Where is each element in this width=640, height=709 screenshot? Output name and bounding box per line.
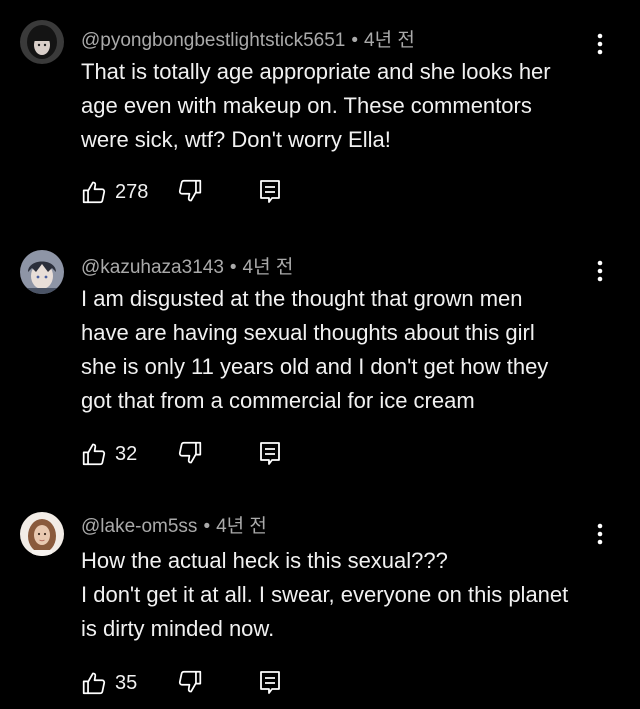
like-button[interactable]: 32 — [81, 440, 137, 468]
anime-character-avatar-icon — [20, 250, 64, 294]
dislike-button[interactable] — [177, 178, 203, 206]
thumbs-up-icon — [82, 443, 106, 466]
comment-timestamp[interactable]: 4년 전 — [243, 257, 294, 278]
thumbs-down-icon — [178, 179, 202, 202]
reply-button[interactable] — [259, 441, 281, 467]
more-vertical-icon — [597, 33, 603, 55]
thumbs-up-icon — [82, 181, 106, 204]
avatar[interactable] — [20, 20, 64, 64]
comment-meta: @lake-om5ss • 4년 전 — [81, 516, 267, 538]
comment-actions: 278 — [81, 178, 341, 206]
comment-text: I am disgusted at the thought that grown… — [81, 286, 549, 413]
comment-item: @pyongbongbestlightstick5651 • 4년 전 That i… — [0, 0, 640, 230]
dislike-button[interactable] — [177, 669, 203, 697]
avatar[interactable] — [20, 250, 64, 294]
thumbs-down-icon — [178, 441, 202, 464]
like-count: 278 — [115, 181, 149, 203]
comment-text: That is totally age appropriate and she … — [81, 59, 551, 152]
meta-separator: • — [203, 516, 211, 537]
dislike-button[interactable] — [177, 440, 203, 468]
reply-icon — [260, 671, 280, 694]
comment-item: @kazuhaza3143 • 4년 전 I am disgusted at the… — [0, 230, 640, 485]
comment-actions: 35 — [81, 669, 341, 697]
reply-icon — [260, 180, 280, 203]
thumbs-up-icon — [82, 672, 106, 695]
meta-separator: • — [229, 257, 237, 278]
portrait-avatar-icon — [20, 512, 64, 556]
comment-timestamp[interactable]: 4년 전 — [216, 516, 267, 537]
comment-actions: 32 — [81, 440, 341, 468]
comment-meta: @pyongbongbestlightstick5651 • 4년 전 — [81, 30, 415, 52]
like-button[interactable]: 35 — [81, 669, 137, 697]
comment-author[interactable]: @pyongbongbestlightstick5651 — [81, 30, 345, 51]
reply-button[interactable] — [259, 179, 281, 205]
like-count: 35 — [115, 672, 138, 694]
comment-timestamp[interactable]: 4년 전 — [364, 30, 415, 51]
more-vertical-icon — [597, 260, 603, 282]
avatar[interactable] — [20, 512, 64, 556]
reply-button[interactable] — [259, 670, 281, 696]
more-vertical-icon — [597, 523, 603, 545]
like-button[interactable]: 278 — [81, 178, 148, 206]
reply-icon — [260, 442, 280, 465]
comment-item: @lake-om5ss • 4년 전 How the actual heck is … — [0, 485, 640, 709]
comment-author[interactable]: @lake-om5ss — [81, 516, 197, 537]
meta-separator: • — [351, 30, 359, 51]
dark-haired-avatar-icon — [20, 20, 64, 64]
like-count: 32 — [115, 443, 138, 465]
comment-author[interactable]: @kazuhaza3143 — [81, 257, 224, 278]
comment-text: How the actual heck is this sexual??? I … — [81, 548, 569, 641]
thumbs-down-icon — [178, 670, 202, 693]
comment-meta: @kazuhaza3143 • 4년 전 — [81, 257, 293, 279]
